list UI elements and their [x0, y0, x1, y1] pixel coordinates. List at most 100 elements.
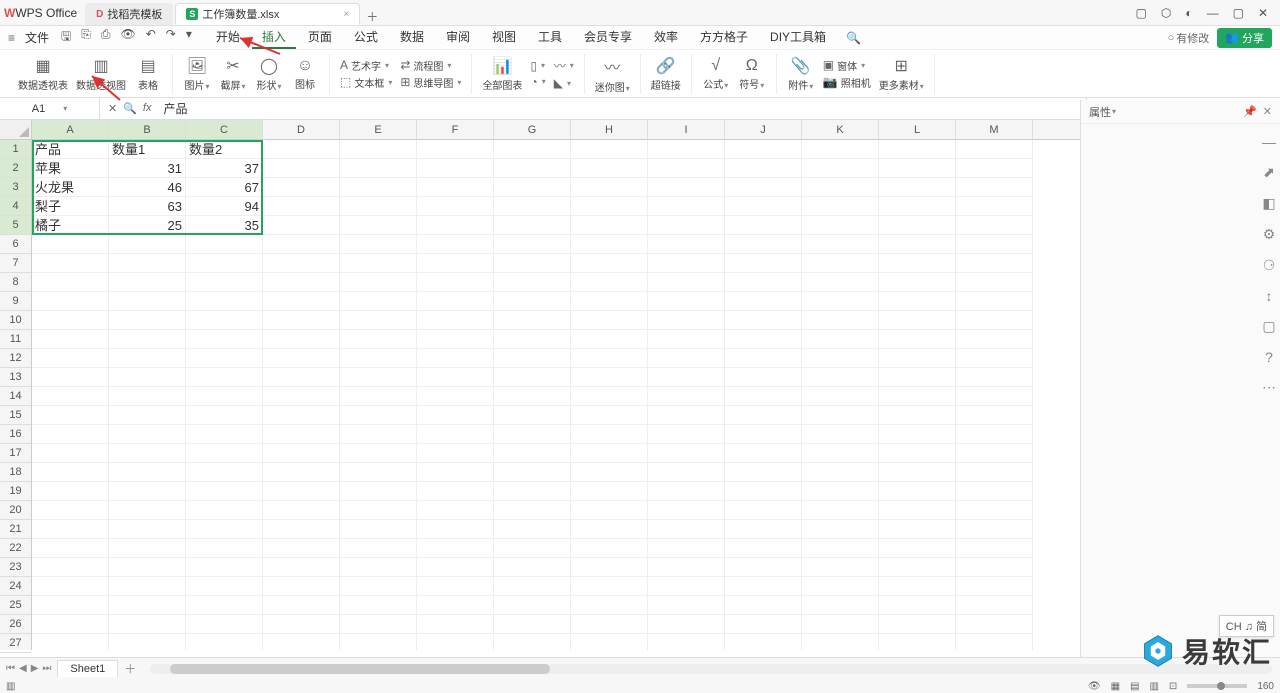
cell[interactable]	[186, 577, 263, 596]
cell[interactable]	[648, 349, 725, 368]
cell[interactable]	[263, 520, 340, 539]
cell[interactable]	[340, 444, 417, 463]
cell[interactable]	[725, 254, 802, 273]
main-tab-视图[interactable]: 视图	[482, 26, 526, 49]
row-header[interactable]: 17	[0, 444, 31, 463]
cell[interactable]	[648, 140, 725, 159]
cell[interactable]	[571, 178, 648, 197]
cell[interactable]	[571, 387, 648, 406]
window-user-icon[interactable]: ◐	[1185, 6, 1192, 20]
cell[interactable]	[494, 406, 571, 425]
cell[interactable]	[648, 178, 725, 197]
cell[interactable]	[494, 387, 571, 406]
cell[interactable]	[802, 482, 879, 501]
cell[interactable]	[109, 577, 186, 596]
cell[interactable]	[340, 368, 417, 387]
cell[interactable]	[725, 482, 802, 501]
cell[interactable]	[494, 615, 571, 634]
cell[interactable]	[571, 634, 648, 650]
main-tab-方方格子[interactable]: 方方格子	[690, 26, 758, 49]
cell[interactable]	[494, 349, 571, 368]
cell[interactable]	[494, 425, 571, 444]
print-icon[interactable]: ⎙	[101, 27, 111, 48]
search-icon[interactable]: 🔍	[846, 31, 861, 45]
cell[interactable]	[32, 444, 109, 463]
rail-more-icon[interactable]: ⋯	[1262, 379, 1276, 396]
column-header[interactable]: H	[571, 120, 648, 139]
cell[interactable]	[340, 558, 417, 577]
rail-template-icon[interactable]: ▢	[1262, 318, 1275, 335]
cell[interactable]	[109, 273, 186, 292]
cell[interactable]: 25	[109, 216, 186, 235]
row-header[interactable]: 4	[0, 197, 31, 216]
cell[interactable]	[109, 292, 186, 311]
column-header[interactable]: L	[879, 120, 956, 139]
row-header[interactable]: 14	[0, 387, 31, 406]
cell[interactable]	[340, 159, 417, 178]
cell[interactable]	[879, 539, 956, 558]
cell[interactable]	[109, 368, 186, 387]
cell[interactable]	[725, 463, 802, 482]
cell[interactable]	[956, 235, 1033, 254]
cell[interactable]	[956, 520, 1033, 539]
cell[interactable]	[340, 349, 417, 368]
cell[interactable]: 数量1	[109, 140, 186, 159]
cell[interactable]	[494, 463, 571, 482]
cell[interactable]	[956, 558, 1033, 577]
cell[interactable]: 31	[109, 159, 186, 178]
cell[interactable]	[32, 349, 109, 368]
cell[interactable]	[571, 558, 648, 577]
cell[interactable]	[571, 235, 648, 254]
cell[interactable]	[263, 178, 340, 197]
cell[interactable]	[494, 178, 571, 197]
cell[interactable]	[725, 216, 802, 235]
cell[interactable]	[956, 387, 1033, 406]
cell[interactable]	[186, 349, 263, 368]
cell[interactable]	[494, 634, 571, 650]
rail-style-icon[interactable]: ◧	[1262, 195, 1275, 212]
rail-filter-icon[interactable]: ⚆	[1263, 257, 1276, 274]
cell[interactable]	[417, 577, 494, 596]
column-header[interactable]: C	[186, 120, 263, 139]
cell[interactable]: 46	[109, 178, 186, 197]
cell[interactable]	[879, 615, 956, 634]
main-tab-审阅[interactable]: 审阅	[436, 26, 480, 49]
cell[interactable]	[109, 482, 186, 501]
cell[interactable]	[802, 292, 879, 311]
cell[interactable]	[571, 501, 648, 520]
cell[interactable]	[32, 501, 109, 520]
cell[interactable]	[725, 615, 802, 634]
cell[interactable]	[956, 349, 1033, 368]
row-header[interactable]: 11	[0, 330, 31, 349]
cell[interactable]	[571, 444, 648, 463]
cell[interactable]	[571, 216, 648, 235]
sheet-prev-icon[interactable]: ◀	[19, 663, 27, 674]
cell[interactable]	[109, 520, 186, 539]
cell[interactable]	[109, 311, 186, 330]
view-reader-icon[interactable]: ⊡	[1169, 681, 1177, 692]
cancel-icon[interactable]: ✕	[108, 102, 117, 115]
symbol-button[interactable]: Ω符号▾	[738, 57, 766, 91]
cell[interactable]	[109, 330, 186, 349]
cell[interactable]	[879, 558, 956, 577]
cell[interactable]	[417, 501, 494, 520]
cell[interactable]	[32, 254, 109, 273]
cell[interactable]	[494, 330, 571, 349]
cell[interactable]	[571, 368, 648, 387]
column-header[interactable]: K	[802, 120, 879, 139]
cell[interactable]	[32, 558, 109, 577]
cell[interactable]	[109, 558, 186, 577]
view-page-icon[interactable]: ▥	[1149, 681, 1158, 692]
cell[interactable]	[417, 311, 494, 330]
cell[interactable]	[417, 159, 494, 178]
cell[interactable]	[186, 235, 263, 254]
cell[interactable]	[186, 292, 263, 311]
cell[interactable]	[956, 596, 1033, 615]
main-tab-会员专享[interactable]: 会员专享	[574, 26, 642, 49]
cell[interactable]	[571, 159, 648, 178]
cell[interactable]	[648, 197, 725, 216]
cell[interactable]	[648, 444, 725, 463]
name-box[interactable]: A1▾	[0, 98, 100, 119]
cell[interactable]: 产品	[32, 140, 109, 159]
cell[interactable]	[571, 577, 648, 596]
